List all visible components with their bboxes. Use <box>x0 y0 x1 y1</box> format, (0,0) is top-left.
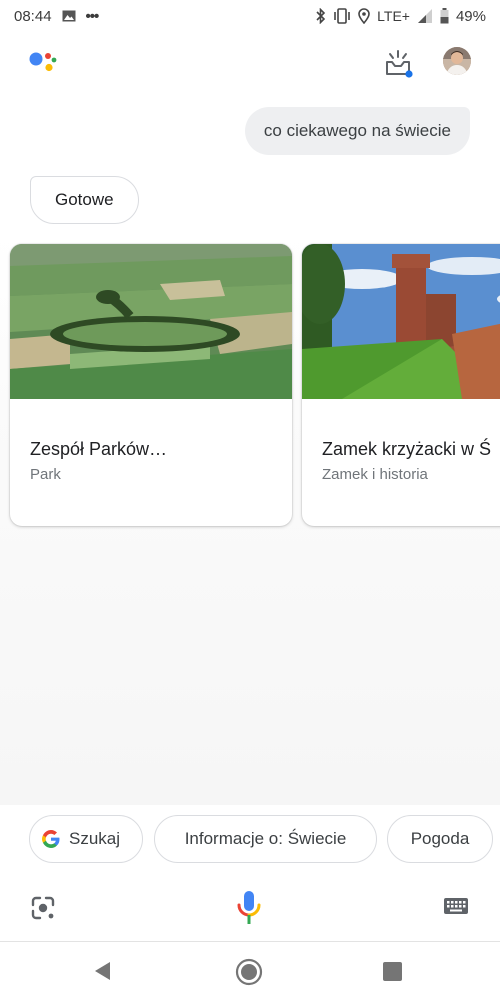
signal-icon <box>417 8 433 24</box>
microphone-icon[interactable] <box>234 889 264 927</box>
logo-dot-red <box>45 53 51 59</box>
lens-icon[interactable] <box>30 895 56 921</box>
card-title: Zespół Parków… <box>30 439 168 459</box>
chip-label: Szukaj <box>69 829 121 848</box>
google-g-icon <box>42 830 60 848</box>
logo-dot-green <box>51 57 57 63</box>
logo-dot-yellow <box>45 63 53 72</box>
assistant-reply-bubble: Gotowe <box>30 176 139 224</box>
home-icon[interactable] <box>235 958 263 986</box>
chip-weather[interactable]: Pogoda <box>387 815 493 863</box>
suggestion-chips: Szukaj Informacje o: Świecie Pogoda <box>0 805 500 875</box>
chip-search[interactable]: Szukaj <box>29 815 143 863</box>
vibrate-icon <box>333 8 351 24</box>
back-icon[interactable] <box>92 960 114 982</box>
status-time: 08:44 <box>14 7 52 25</box>
updates-tray-icon[interactable] <box>383 48 415 80</box>
castle-tower-image <box>302 244 500 399</box>
results-area: Zespół Parków… Park Zamek krzyżacki w Ś … <box>0 232 500 805</box>
card-subtitle: Park <box>30 466 61 483</box>
bluetooth-icon <box>315 8 326 24</box>
assistant-logo-icon <box>28 48 60 80</box>
battery-percent: 49% <box>455 7 486 25</box>
user-query-bubble: co ciekawego na świecie <box>244 107 470 155</box>
chip-label: Informacje o: Świecie <box>184 829 347 848</box>
input-bar <box>0 875 500 941</box>
card-subtitle: Zamek i historia <box>322 466 428 483</box>
result-card-park[interactable]: Zespół Parków… Park <box>10 244 292 526</box>
result-card-castle[interactable]: Zamek krzyżacki w Ś Zamek i historia <box>302 244 500 526</box>
recents-icon[interactable] <box>383 962 402 981</box>
status-bar: 08:44 ••• LTE+ 49% <box>0 0 500 32</box>
avatar[interactable] <box>443 47 471 75</box>
updates-dot <box>405 70 413 78</box>
chip-info[interactable]: Informacje o: Świecie <box>154 815 377 863</box>
battery-icon <box>440 8 449 24</box>
logo-dot-blue <box>29 52 43 66</box>
card-title: Zamek krzyżacki w Ś <box>322 439 492 459</box>
navigation-bar <box>0 941 500 1000</box>
aerial-fields-park-image <box>10 244 292 399</box>
user-query-text: co ciekawego na świecie <box>263 121 451 140</box>
chip-label: Pogoda <box>410 829 470 848</box>
keyboard-icon[interactable] <box>443 897 469 917</box>
image-icon <box>62 10 76 22</box>
assistant-reply-text: Gotowe <box>55 190 114 209</box>
network-type: LTE+ <box>377 8 410 24</box>
notification-dots: ••• <box>85 7 100 25</box>
location-icon <box>358 8 370 24</box>
